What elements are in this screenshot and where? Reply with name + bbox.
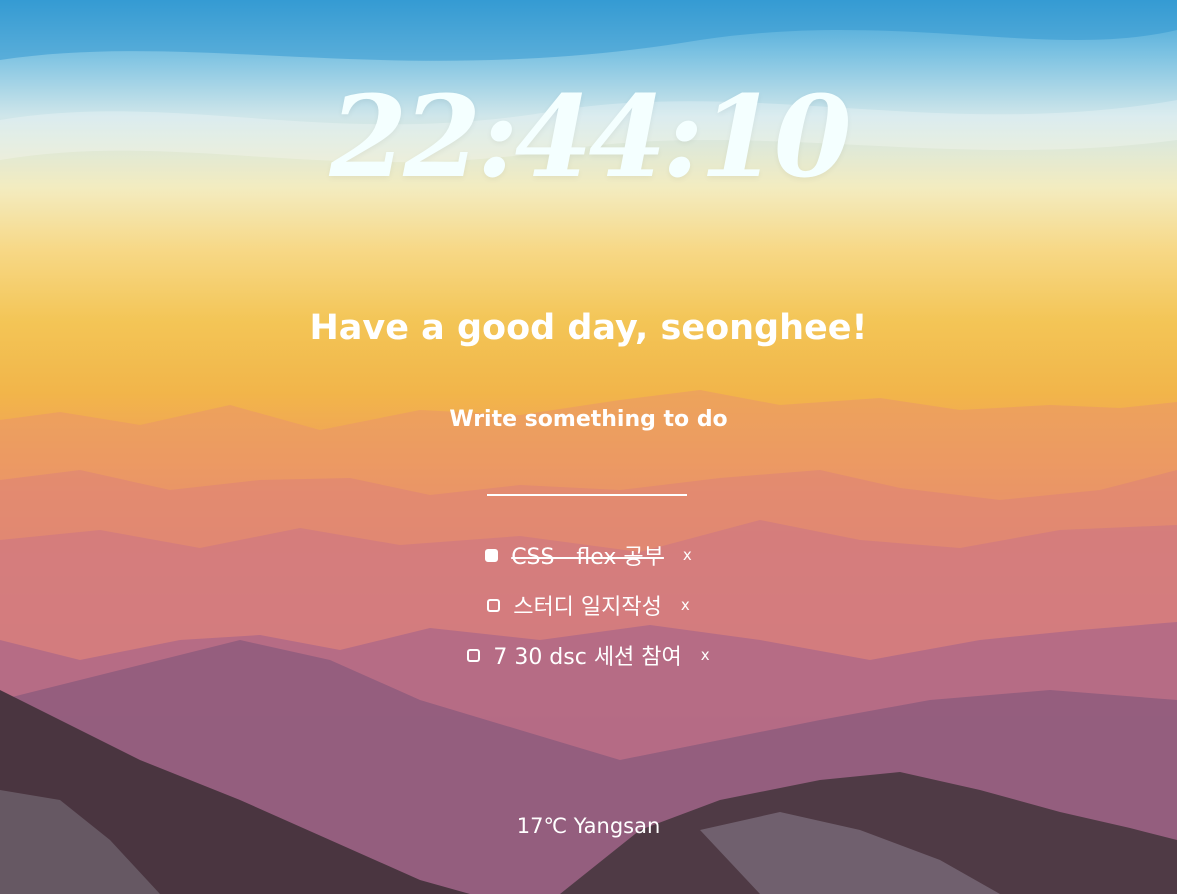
todo-item: 스터디 일지작성 x — [0, 580, 1177, 630]
todo-checkbox[interactable] — [487, 598, 501, 612]
todo-form-title: Write something to do — [449, 407, 728, 432]
todo-text: 7 30 dsc 세션 참여 — [493, 645, 682, 670]
delete-todo-button[interactable]: x — [683, 546, 692, 564]
delete-todo-button[interactable]: x — [701, 646, 710, 664]
todo-item: CSS - flex 공부 x — [0, 530, 1177, 580]
todo-checkbox[interactable] — [485, 548, 499, 562]
delete-todo-button[interactable]: x — [681, 596, 690, 614]
weather-text: 17℃ Yangsan — [516, 814, 661, 838]
todo-text: CSS - flex 공부 — [511, 545, 664, 570]
greeting-text: Have a good day, seonghee! — [309, 308, 868, 348]
todo-list: CSS - flex 공부 x 스터디 일지작성 x 7 30 dsc 세션 참… — [0, 530, 1177, 680]
todo-checkbox[interactable] — [467, 648, 481, 662]
clock-display: 22:44:10 — [329, 72, 851, 203]
todo-item: 7 30 dsc 세션 참여 x — [0, 630, 1177, 680]
todo-text: 스터디 일지작성 — [513, 595, 662, 620]
todo-input[interactable] — [487, 466, 687, 496]
